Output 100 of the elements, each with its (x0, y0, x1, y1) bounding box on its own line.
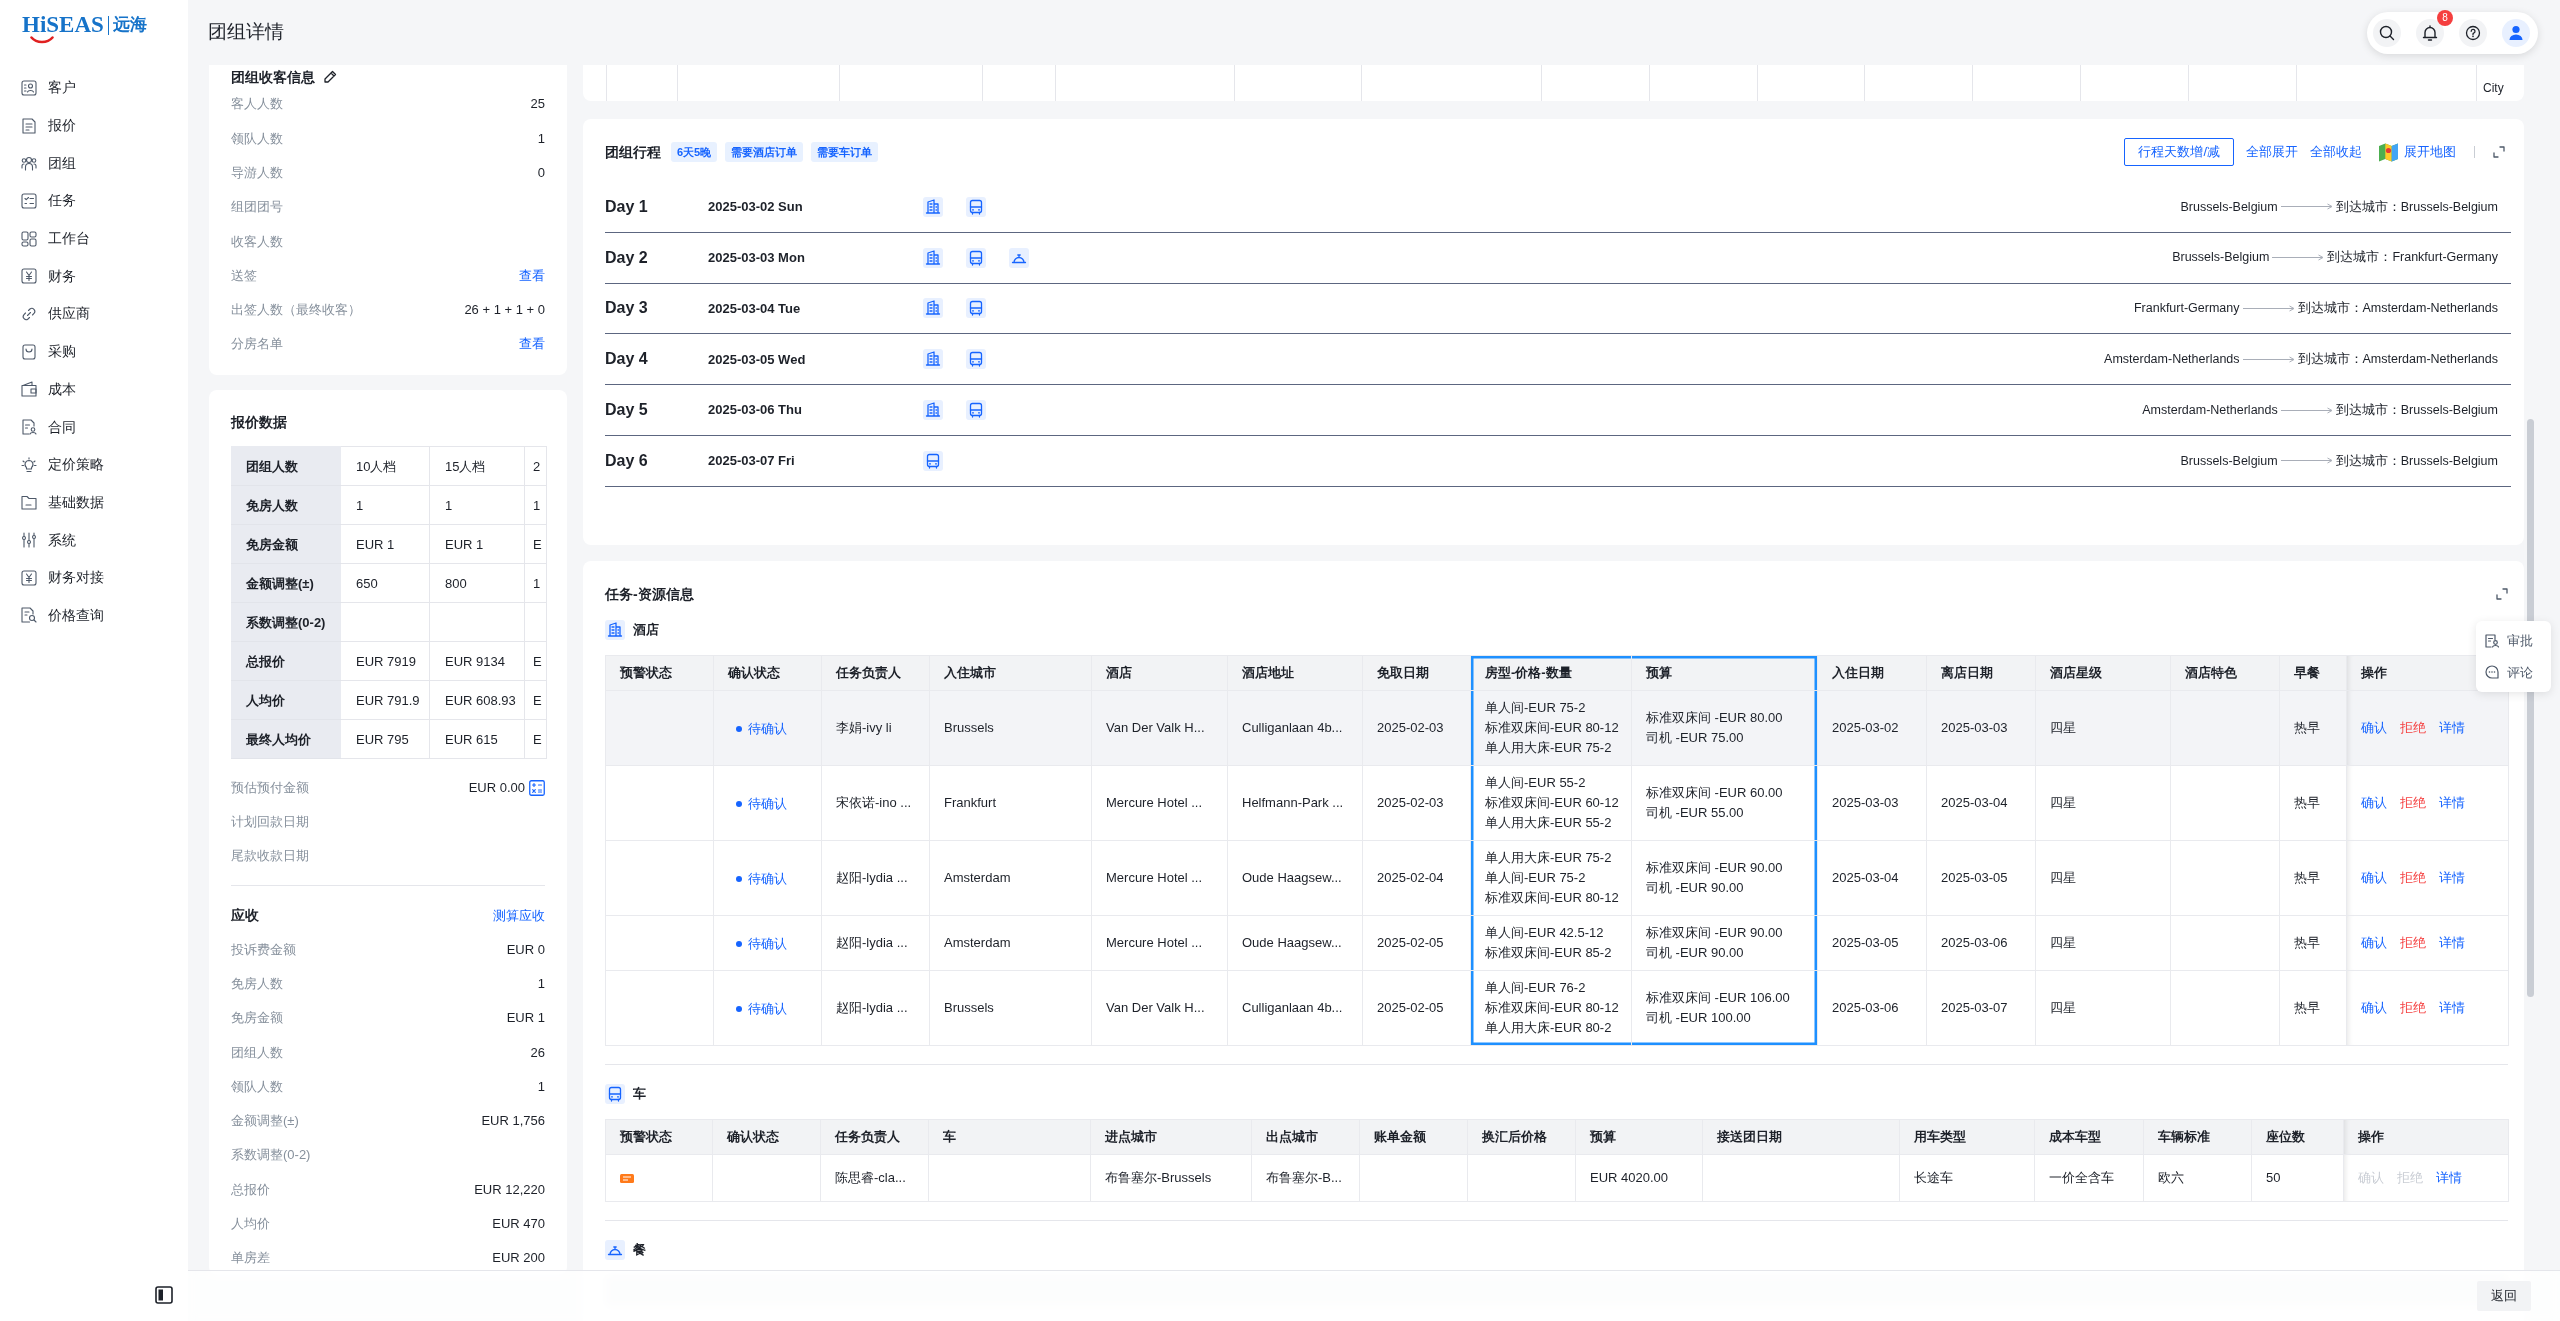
sidebar-item[interactable]: 系统 (0, 521, 188, 559)
show-map-link[interactable]: 展开地图 (2379, 142, 2456, 162)
sidebar-item[interactable]: 报价 (0, 106, 188, 145)
link-chain-icon (21, 305, 37, 322)
table-cell: 热早 (2279, 690, 2347, 766)
status-text: 待确认 (748, 794, 787, 813)
confirm-link[interactable]: 确认 (2361, 793, 2387, 813)
confirm-link[interactable]: 确认 (2361, 868, 2387, 888)
sidebar-item[interactable]: 任务 (0, 182, 188, 220)
reject-link[interactable]: 拒绝 (2400, 718, 2426, 738)
hotel-building-icon[interactable] (923, 247, 943, 268)
sidebar-item[interactable]: 成本 (0, 370, 188, 409)
sidebar-item[interactable]: 合同 (0, 408, 188, 446)
sidebar-toggle-icon[interactable] (155, 1286, 173, 1304)
table-cell: 50 (2251, 1154, 2344, 1202)
sidebar-item[interactable]: 基础数据 (0, 483, 188, 522)
route-arrow-icon (2280, 203, 2333, 211)
reject-link[interactable]: 拒绝 (2400, 998, 2426, 1018)
hotel-building-icon[interactable] (923, 349, 943, 370)
detail-link[interactable]: 详情 (2439, 793, 2465, 813)
reject-link[interactable]: 拒绝 (2400, 793, 2426, 813)
side-menu-item[interactable]: 审批 (2476, 631, 2551, 651)
calculator-icon[interactable] (529, 779, 545, 796)
view-link[interactable]: 查看 (519, 334, 545, 354)
day-date: 2025-03-07 Fri (708, 452, 796, 471)
bus-icon (605, 1084, 625, 1104)
arrival-city: 到达城市：Amsterdam-Netherlands (2297, 350, 2498, 368)
departure-city: Amsterdam-Netherlands (2104, 350, 2240, 368)
route-arrow-icon (2242, 305, 2295, 312)
row-header: 团组人数 (231, 446, 341, 486)
table-cell: Oude Haagsew... (1227, 840, 1363, 916)
pencil-edit-icon[interactable] (323, 70, 337, 84)
lightbulb-icon (21, 456, 37, 473)
view-link[interactable]: 查看 (519, 265, 545, 286)
hotel-building-icon[interactable] (923, 400, 943, 421)
detail-link[interactable]: 详情 (2436, 1168, 2462, 1188)
sidebar-item[interactable]: 财务对接 (0, 558, 188, 597)
table-cell: 1 (524, 563, 547, 603)
field-label: 出签人数（最终收客） (231, 301, 361, 320)
bus-icon[interactable] (966, 400, 986, 421)
bus-icon[interactable] (923, 450, 943, 471)
detail-link[interactable]: 详情 (2439, 868, 2465, 888)
table-cell: Brussels (929, 690, 1092, 766)
confirm-link[interactable]: 确认 (2361, 998, 2387, 1018)
field-value: 26 (530, 1043, 545, 1062)
document-icon (21, 117, 37, 134)
logo-wordmark: HiSEAS (22, 13, 104, 37)
adjust-days-button[interactable]: 行程天数增/减 (2124, 138, 2234, 166)
meal-cloche-icon[interactable] (1009, 247, 1029, 268)
table-cell: Van Der Valk H... (1091, 690, 1228, 766)
table-cell: EUR 615 (429, 719, 525, 759)
field-value: EUR 470 (492, 1215, 545, 1234)
column-header: 任务负责人 (820, 1119, 929, 1155)
bus-icon[interactable] (966, 298, 986, 319)
column-header: 酒店星级 (2035, 655, 2171, 691)
field-value: EUR 1,756 (481, 1112, 545, 1131)
page-title: 团组详情 (208, 20, 284, 45)
detail-link[interactable]: 详情 (2439, 718, 2465, 738)
sidebar-item[interactable]: 团组 (0, 144, 188, 183)
table-cell: 2025-03-04 (1926, 765, 2036, 841)
hotel-building-icon[interactable] (923, 196, 943, 217)
route-arrow-icon (2242, 355, 2295, 363)
fullscreen-icon[interactable] (2493, 146, 2505, 158)
table-cell: Amsterdam (929, 840, 1092, 916)
detail-link[interactable]: 详情 (2439, 933, 2465, 953)
sidebar-item[interactable]: 工作台 (0, 219, 188, 258)
reject-link[interactable]: 拒绝 (2400, 933, 2426, 953)
table-cell: Mercure Hotel ... (1091, 915, 1228, 971)
sidebar-item[interactable]: 定价策略 (0, 445, 188, 484)
sidebar-item[interactable]: 客户 (0, 69, 188, 107)
table-cell: 一价全含车 (2034, 1154, 2144, 1202)
confirm-link[interactable]: 确认 (2361, 933, 2387, 953)
yen-box-icon (21, 268, 37, 285)
bus-icon[interactable] (966, 247, 986, 268)
table-cell: 2025-03-03 (1817, 765, 1927, 841)
field-label: 单房差 (231, 1249, 270, 1268)
sidebar-item[interactable]: 供应商 (0, 295, 188, 333)
search-icon[interactable] (2373, 18, 2401, 47)
field-value: 25 (530, 95, 545, 114)
table-cell: 赵阳-lydia ... (821, 915, 930, 971)
collapse-all-link[interactable]: 全部收起 (2310, 142, 2362, 162)
sidebar-item[interactable]: 财务 (0, 257, 188, 296)
sidebar-item[interactable]: 价格查询 (0, 596, 188, 635)
help-icon[interactable] (2459, 18, 2487, 47)
reject-link[interactable]: 拒绝 (2400, 868, 2426, 888)
bell-icon[interactable] (2416, 18, 2444, 47)
detail-link[interactable]: 详情 (2439, 998, 2465, 1018)
user-avatar-icon[interactable] (2502, 18, 2530, 47)
bus-icon[interactable] (966, 196, 986, 217)
calculate-link[interactable]: 测算应收 (493, 905, 545, 925)
sidebar-item[interactable]: 采购 (0, 332, 188, 371)
table-cell: 2 (524, 446, 547, 486)
expand-all-link[interactable]: 全部展开 (2246, 142, 2298, 162)
confirm-link[interactable]: 确认 (2361, 718, 2387, 738)
table-cell: 2025-03-04 (1817, 840, 1927, 916)
fullscreen-icon[interactable] (2496, 588, 2508, 600)
back-button[interactable]: 返回 (2477, 1281, 2531, 1311)
bus-icon[interactable] (966, 349, 986, 370)
hotel-building-icon[interactable] (923, 298, 943, 319)
column-header: 确认状态 (712, 1119, 821, 1155)
